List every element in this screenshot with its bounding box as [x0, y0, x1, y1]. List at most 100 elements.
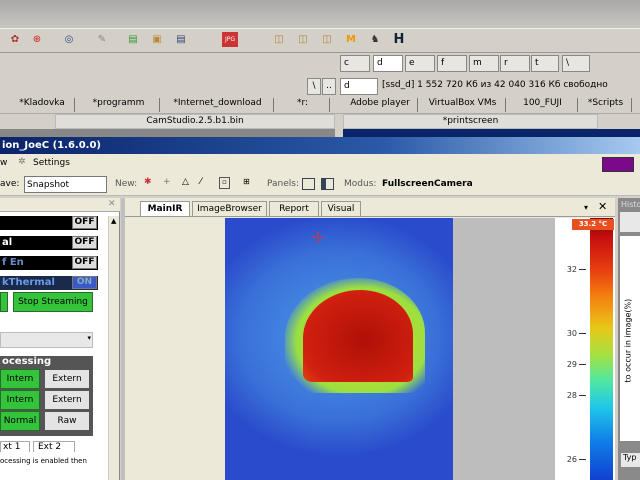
camera-button[interactable]: Camera [434, 179, 473, 189]
modus-label: Modus: [344, 179, 377, 189]
tab-imagebrowser[interactable]: ImageBrowser [192, 201, 267, 216]
color-button[interactable] [602, 157, 634, 172]
area-icon[interactable]: △ [182, 177, 189, 187]
file-icon-2[interactable]: ◫ [296, 32, 310, 47]
file-icon-1[interactable]: ◫ [272, 32, 286, 47]
drive-button[interactable]: f [437, 55, 467, 72]
desktop-top [0, 0, 640, 28]
folder-tab[interactable]: VirtualBox VMs [420, 98, 506, 112]
extern-button[interactable]: Extern [44, 369, 90, 389]
line-icon[interactable]: ⁄ [200, 177, 202, 187]
folder-tab[interactable]: *Kladovka [10, 98, 75, 112]
folder-tab[interactable]: Adobe player [343, 98, 418, 112]
chevron-down-icon: ▾ [87, 334, 91, 342]
thermal-image[interactable]: ✛ [225, 218, 453, 480]
folder-tab[interactable]: *Scripts [580, 98, 632, 112]
drive-button[interactable]: e [405, 55, 435, 72]
intern-button[interactable]: Intern [0, 390, 40, 410]
intern-button[interactable]: Intern [0, 369, 40, 389]
crosshair-marker[interactable]: ✛ [311, 228, 324, 247]
normal-button[interactable]: Normal [0, 411, 40, 431]
drive-button[interactable]: m [469, 55, 499, 72]
panels-label: Panels: [267, 179, 300, 189]
right-path: *printscreen [343, 114, 598, 129]
processing-title: ocessing [2, 356, 52, 367]
new-label: New: [115, 179, 138, 189]
fullscreen-button[interactable]: Fullscreen [382, 179, 434, 189]
raw-button[interactable]: Raw [44, 411, 90, 431]
spreadsheet-icon[interactable]: ▤ [126, 32, 140, 47]
colorbar-tick: 32 [560, 265, 586, 274]
colorbar-tick: 29 [560, 360, 586, 369]
tool-icon[interactable]: ✎ [95, 32, 109, 47]
folder-tab[interactable]: *r: [276, 98, 330, 112]
scroll-strip [0, 129, 335, 137]
drive-button[interactable]: c [340, 55, 370, 72]
histogram-toolbar [620, 212, 640, 232]
stop-streaming-button[interactable]: Stop Streaming [13, 292, 93, 312]
close-icon[interactable]: ✕ [108, 199, 116, 209]
menu-settings[interactable]: Settings [33, 158, 70, 168]
tab-ext2[interactable]: Ext 2 [33, 441, 75, 452]
menu-view[interactable]: w [0, 158, 7, 168]
image-file-icon[interactable]: ▣ [150, 32, 164, 47]
dropdown[interactable]: ▾ [0, 332, 93, 348]
gimp-icon[interactable]: ♞ [368, 32, 382, 47]
panel-split-icon[interactable] [321, 178, 334, 190]
colorbar-tick: 28 [560, 391, 586, 400]
folder-tab[interactable]: *Internet_download [162, 98, 274, 112]
m-icon[interactable]: M [344, 32, 358, 47]
document-icon[interactable]: ▤ [174, 32, 188, 47]
drive-button[interactable]: \ [562, 55, 590, 72]
h-icon[interactable]: H [392, 32, 406, 47]
crosshair-icon[interactable]: + [163, 177, 171, 187]
box-icon[interactable]: ▫ [219, 177, 230, 189]
histogram-title: Histo [621, 200, 640, 209]
histogram-ylabel: to occur in image(%) [623, 298, 633, 383]
snapshot-input[interactable] [24, 176, 107, 193]
drive-button[interactable]: d [373, 55, 403, 72]
tab-report[interactable]: Report [269, 201, 319, 216]
spot-icon[interactable]: ✱ [144, 177, 152, 187]
extern-button[interactable]: Extern [44, 390, 90, 410]
tab-mainir[interactable]: MainIR [140, 201, 190, 216]
app-icon[interactable]: ✿ [8, 32, 22, 47]
temp-icon[interactable]: ⊞ [243, 177, 250, 186]
folder-tab[interactable]: *programm [78, 98, 160, 112]
scrollbar[interactable]: ▲ [108, 216, 119, 480]
toggle-button[interactable]: OFF [72, 236, 97, 249]
file-icon-3[interactable]: ◫ [320, 32, 334, 47]
root-button[interactable]: \ [307, 78, 321, 95]
jpg-icon[interactable]: JPG [222, 32, 238, 47]
toggle-button[interactable]: ON [72, 276, 97, 289]
type-dropdown[interactable]: Typ [621, 453, 640, 467]
processing-note: ocessing is enabled then [0, 457, 87, 465]
panel-single-icon[interactable] [302, 178, 315, 190]
drive-select[interactable]: d [340, 78, 378, 95]
add-icon[interactable]: ⊕ [30, 32, 44, 47]
toggle-button[interactable]: OFF [72, 216, 97, 229]
toggle-button[interactable]: OFF [72, 256, 97, 269]
drive-button[interactable]: t [531, 55, 559, 72]
selection-strip [343, 129, 640, 137]
start-button[interactable] [0, 292, 8, 312]
tab-divider [125, 216, 615, 217]
colorbar-tick: 26 [560, 455, 586, 464]
app-title-bar: ion_JoeC (1.6.0.0) [0, 137, 640, 154]
colorbar-tick: 30 [560, 329, 586, 338]
drive-info: [ssd_d] 1 552 720 Кб из 42 040 316 Кб св… [382, 80, 608, 90]
colorbar-max-label: 33.2 °C [572, 219, 614, 230]
chevron-down-icon[interactable]: ▾ [584, 203, 588, 212]
close-icon[interactable]: ✕ [598, 200, 607, 213]
tab-visual[interactable]: Visual [321, 201, 361, 216]
network-icon[interactable]: ◎ [62, 32, 76, 47]
toolbar: ave: New: ✱ + △ ⁄ ▫ ⊞ Panels: Modus: Ful… [0, 174, 640, 196]
gear-icon: ✲ [18, 157, 26, 167]
hot-region [303, 290, 413, 382]
save-label: ave: [0, 179, 20, 189]
folder-tab[interactable]: 100_FUJI [508, 98, 578, 112]
tab-ext1[interactable]: xt 1 [0, 441, 30, 452]
left-path: CamStudio.2.5.b1.bin [55, 114, 335, 129]
up-button[interactable]: .. [322, 78, 336, 95]
drive-button[interactable]: r [500, 55, 530, 72]
